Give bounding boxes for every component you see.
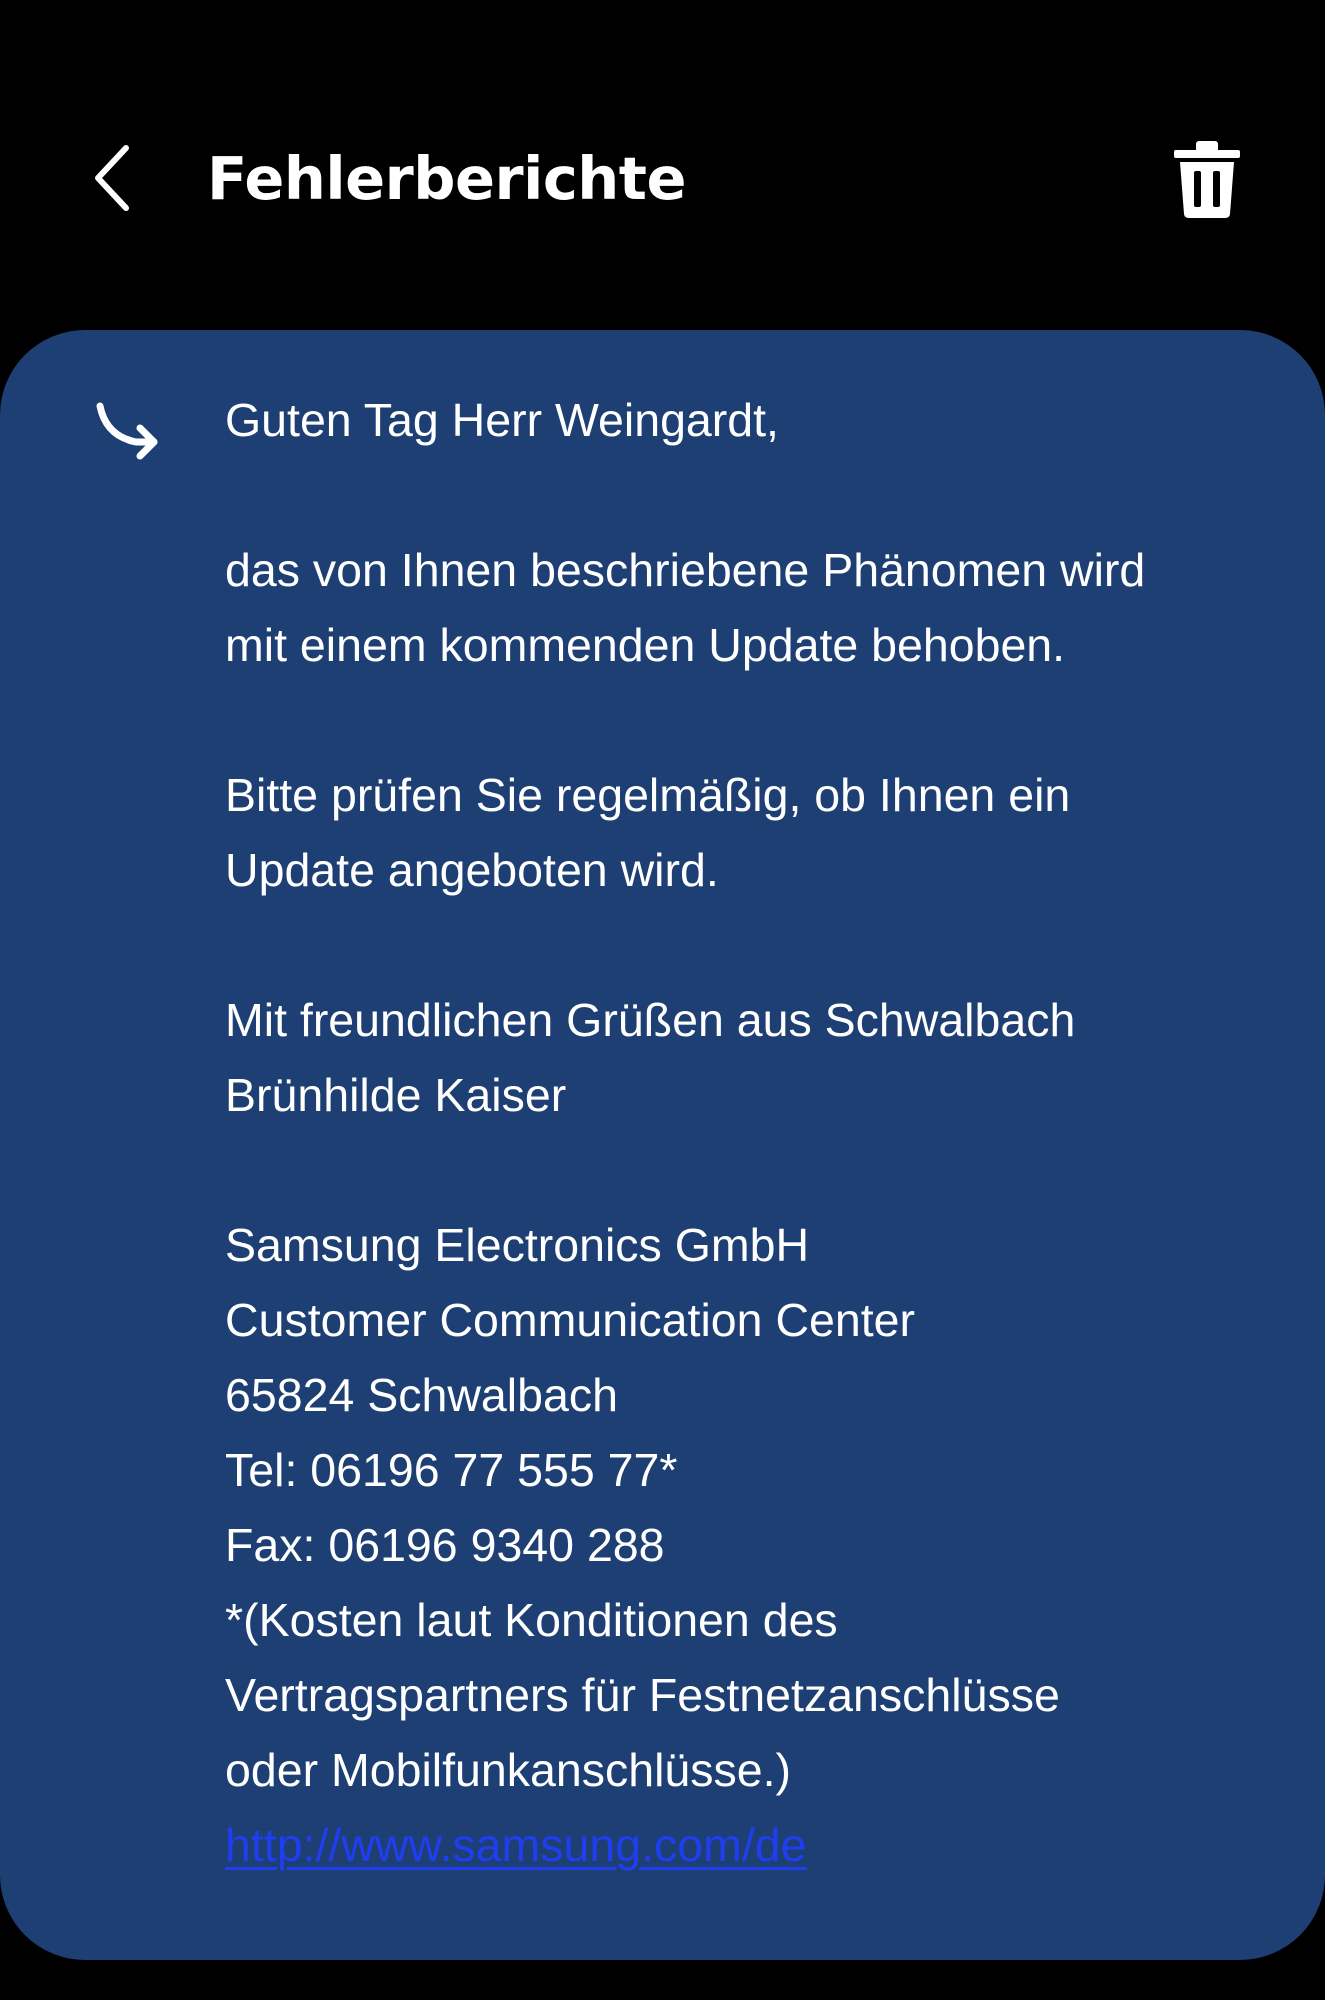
app-bar: Fehlerberichte: [0, 0, 1325, 330]
signature-name: Brünhilde Kaiser: [225, 1069, 567, 1121]
paragraph-1-line-1: das von Ihnen beschriebene Phänomen wird: [225, 544, 1146, 596]
company-name: Samsung Electronics GmbH: [225, 1219, 810, 1271]
address-text: 65824 Schwalbach: [225, 1369, 618, 1421]
greeting-text: Guten Tag Herr Weingardt,: [225, 394, 779, 446]
paragraph-1-line-2: mit einem kommenden Update behoben.: [225, 619, 1066, 671]
fax-text: Fax: 06196 9340 288: [225, 1519, 665, 1571]
back-button[interactable]: [86, 138, 146, 218]
cost-note-line-3: oder Mobilfunkanschlüsse.): [225, 1744, 792, 1796]
chevron-left-icon: [95, 145, 129, 211]
delete-button[interactable]: [1172, 138, 1242, 220]
paragraph-2-line-1: Bitte prüfen Sie regelmäßig, ob Ihnen ei…: [225, 769, 1071, 821]
department-name: Customer Communication Center: [225, 1294, 916, 1346]
trash-icon: [1174, 141, 1240, 218]
telephone-text: Tel: 06196 77 555 77*: [225, 1444, 678, 1496]
cost-note-line-2: Vertragspartners für Festnetzanschlüsse: [225, 1669, 1060, 1721]
page-title: Fehlerberichte: [207, 144, 687, 213]
closing-text: Mit freundlichen Grüßen aus Schwalbach: [225, 994, 1076, 1046]
samsung-website-link[interactable]: http://www.samsung.com/de: [225, 1808, 807, 1883]
reply-arrow-icon: [94, 398, 162, 464]
message-body: Guten Tag Herr Weingardt, das von Ihnen …: [225, 383, 1265, 1883]
paragraph-2-line-2: Update angeboten wird.: [225, 844, 719, 896]
cost-note-line-1: *(Kosten laut Konditionen des: [225, 1594, 838, 1646]
